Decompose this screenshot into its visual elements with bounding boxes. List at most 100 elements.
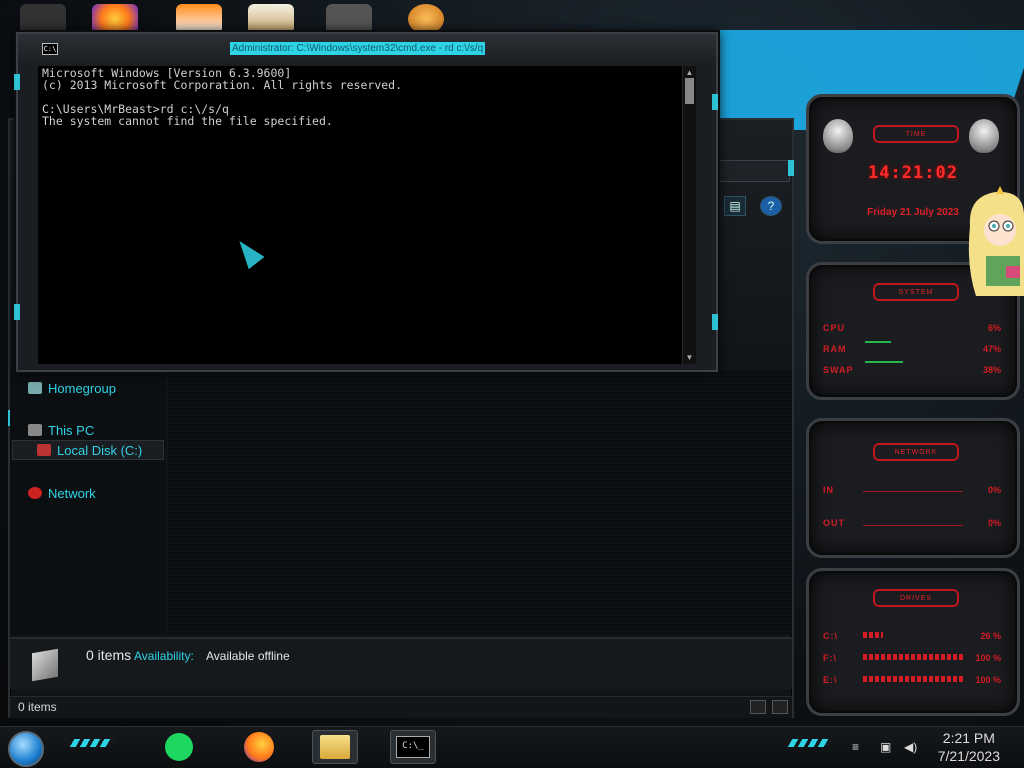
details-pane: 0 items Availability: Available offline bbox=[10, 637, 792, 689]
clock-date: 7/21/2023 bbox=[937, 748, 1000, 764]
drives-header: DRIVES bbox=[873, 589, 959, 607]
ram-label: RAM bbox=[823, 344, 847, 354]
desktop-app-icon-3[interactable] bbox=[408, 4, 444, 34]
ram-value: 47% bbox=[982, 344, 1001, 354]
net-in-graph bbox=[863, 491, 963, 492]
cpu-value: 6% bbox=[987, 323, 1001, 333]
navigation-pane: Homegroup This PC Local Disk (C:) Networ… bbox=[10, 370, 166, 635]
file-list-area[interactable] bbox=[168, 370, 792, 635]
folder-icon bbox=[320, 735, 350, 759]
network-icon bbox=[28, 487, 42, 499]
firefox-icon bbox=[244, 732, 274, 762]
cmd-title-bar[interactable]: C:\ Administrator: C:\Windows\system32\c… bbox=[18, 34, 716, 64]
swap-label: SWAP bbox=[823, 365, 854, 375]
desktop-app-icon[interactable] bbox=[20, 4, 66, 34]
ram-graph bbox=[865, 341, 891, 343]
net-out-label: OUT bbox=[823, 518, 845, 528]
nav-homegroup-label: Homegroup bbox=[48, 380, 116, 396]
drive-e-label: E:\ bbox=[823, 675, 838, 685]
spotify-icon bbox=[165, 733, 193, 761]
homegroup-icon bbox=[28, 382, 42, 394]
alien-head-icon bbox=[969, 119, 999, 153]
explorer-taskbar-button[interactable] bbox=[312, 730, 358, 764]
details-view-icon[interactable] bbox=[750, 700, 766, 714]
desktop-app-icon-2[interactable] bbox=[326, 4, 372, 34]
frame-accent bbox=[14, 304, 20, 320]
drive-c-bar bbox=[863, 632, 883, 638]
console-line: (c) 2013 Microsoft Corporation. All righ… bbox=[42, 78, 403, 92]
vlc-desktop-icon[interactable] bbox=[176, 4, 222, 34]
desktop-file-icon[interactable] bbox=[248, 4, 294, 34]
cartoon-character-sticker bbox=[968, 186, 1024, 296]
network-tray-icon[interactable]: ▣ bbox=[880, 741, 894, 753]
scrollbar-thumb[interactable] bbox=[685, 78, 694, 104]
drive-c-label: C:\ bbox=[823, 631, 838, 641]
nav-this-pc-label: This PC bbox=[48, 422, 95, 438]
console-line: The system cannot find the file specifie… bbox=[42, 114, 333, 128]
availability-label: Availability: bbox=[134, 649, 194, 663]
net-in-value: 0% bbox=[987, 485, 1001, 495]
details-item-count: 0 items bbox=[86, 647, 132, 663]
drive-f-value: 100 % bbox=[975, 653, 1001, 663]
network-header: NETWORK bbox=[873, 443, 959, 461]
drive-e-bar bbox=[863, 676, 963, 682]
spotify-taskbar-button[interactable] bbox=[156, 730, 202, 764]
nav-this-pc[interactable]: This PC bbox=[28, 420, 94, 440]
cmd-console[interactable]: Microsoft Windows [Version 6.3.9600] (c)… bbox=[38, 66, 696, 364]
drive-e-value: 100 % bbox=[975, 675, 1001, 685]
status-bar: 0 items bbox=[10, 696, 792, 718]
cpu-label: CPU bbox=[823, 323, 846, 333]
disk-icon bbox=[37, 444, 51, 456]
network-gadget: NETWORK IN 0% OUT 0% bbox=[806, 418, 1020, 558]
preview-pane-icon[interactable]: ▤ bbox=[724, 196, 746, 216]
computer-icon bbox=[28, 424, 42, 436]
swap-value: 38% bbox=[982, 365, 1001, 375]
swap-graph bbox=[865, 361, 903, 363]
drives-gadget: DRIVES C:\ 26 % F:\ 100 % E:\ 100 % bbox=[806, 568, 1020, 716]
clock-time: 2:21 PM bbox=[942, 730, 995, 746]
drive-c-value: 26 % bbox=[980, 631, 1001, 641]
availability-value: Available offline bbox=[206, 649, 290, 663]
cmd-taskbar-button[interactable]: C:\_ bbox=[390, 730, 436, 764]
frame-accent bbox=[788, 160, 794, 176]
drive-f-bar bbox=[863, 654, 963, 660]
system-header: SYSTEM bbox=[873, 283, 959, 301]
show-hidden-icons-icon[interactable]: ≡ bbox=[852, 741, 866, 753]
taskbar-decoration bbox=[69, 739, 115, 747]
help-icon[interactable]: ? bbox=[760, 196, 782, 216]
taskbar-decoration bbox=[787, 739, 833, 747]
nav-network[interactable]: Network bbox=[28, 483, 96, 503]
large-icons-view-icon[interactable] bbox=[772, 700, 788, 714]
taskbar: C:\_ ≡ ▣ ◀) 2:21 PM 7/21/2023 bbox=[0, 726, 1024, 768]
frame-accent bbox=[712, 94, 718, 110]
cmd-icon: C:\_ bbox=[396, 736, 430, 758]
firefox-desktop-icon[interactable] bbox=[92, 4, 138, 34]
explorer-search-box[interactable] bbox=[710, 160, 790, 182]
net-in-label: IN bbox=[823, 485, 834, 495]
firefox-taskbar-button[interactable] bbox=[236, 730, 282, 764]
frame-accent bbox=[712, 314, 718, 330]
cmd-scrollbar[interactable]: ▲ ▼ bbox=[682, 66, 696, 364]
nav-local-disk[interactable]: Local Disk (C:) bbox=[12, 440, 164, 460]
frame-accent bbox=[14, 74, 20, 90]
taskbar-clock[interactable]: 2:21 PM 7/21/2023 bbox=[938, 729, 1000, 765]
net-out-value: 0% bbox=[987, 518, 1001, 528]
time-header: TIME bbox=[873, 125, 959, 143]
net-out-graph bbox=[863, 525, 963, 526]
command-prompt-window: C:\ Administrator: C:\Windows\system32\c… bbox=[14, 32, 718, 372]
start-button[interactable] bbox=[8, 731, 44, 767]
drive-f-label: F:\ bbox=[823, 653, 837, 663]
scroll-up-icon[interactable]: ▲ bbox=[685, 68, 694, 77]
volume-icon[interactable]: ◀) bbox=[904, 741, 918, 753]
status-item-count: 0 items bbox=[18, 700, 57, 714]
cmd-app-icon[interactable]: C:\ bbox=[42, 43, 58, 55]
scroll-down-icon[interactable]: ▼ bbox=[685, 353, 694, 362]
nav-local-disk-label: Local Disk (C:) bbox=[57, 442, 143, 458]
nav-network-label: Network bbox=[48, 485, 96, 501]
desktop: ▤ ? Homegroup This PC Local Disk (C:) Ne… bbox=[0, 0, 1024, 768]
cmd-window-title: Administrator: C:\Windows\system32\cmd.e… bbox=[230, 42, 486, 55]
gadget-clock: 14:21:02 bbox=[868, 163, 958, 183]
drive-thumbnail-icon bbox=[32, 648, 58, 682]
nav-homegroup[interactable]: Homegroup bbox=[28, 378, 116, 398]
alien-head-icon bbox=[823, 119, 853, 153]
